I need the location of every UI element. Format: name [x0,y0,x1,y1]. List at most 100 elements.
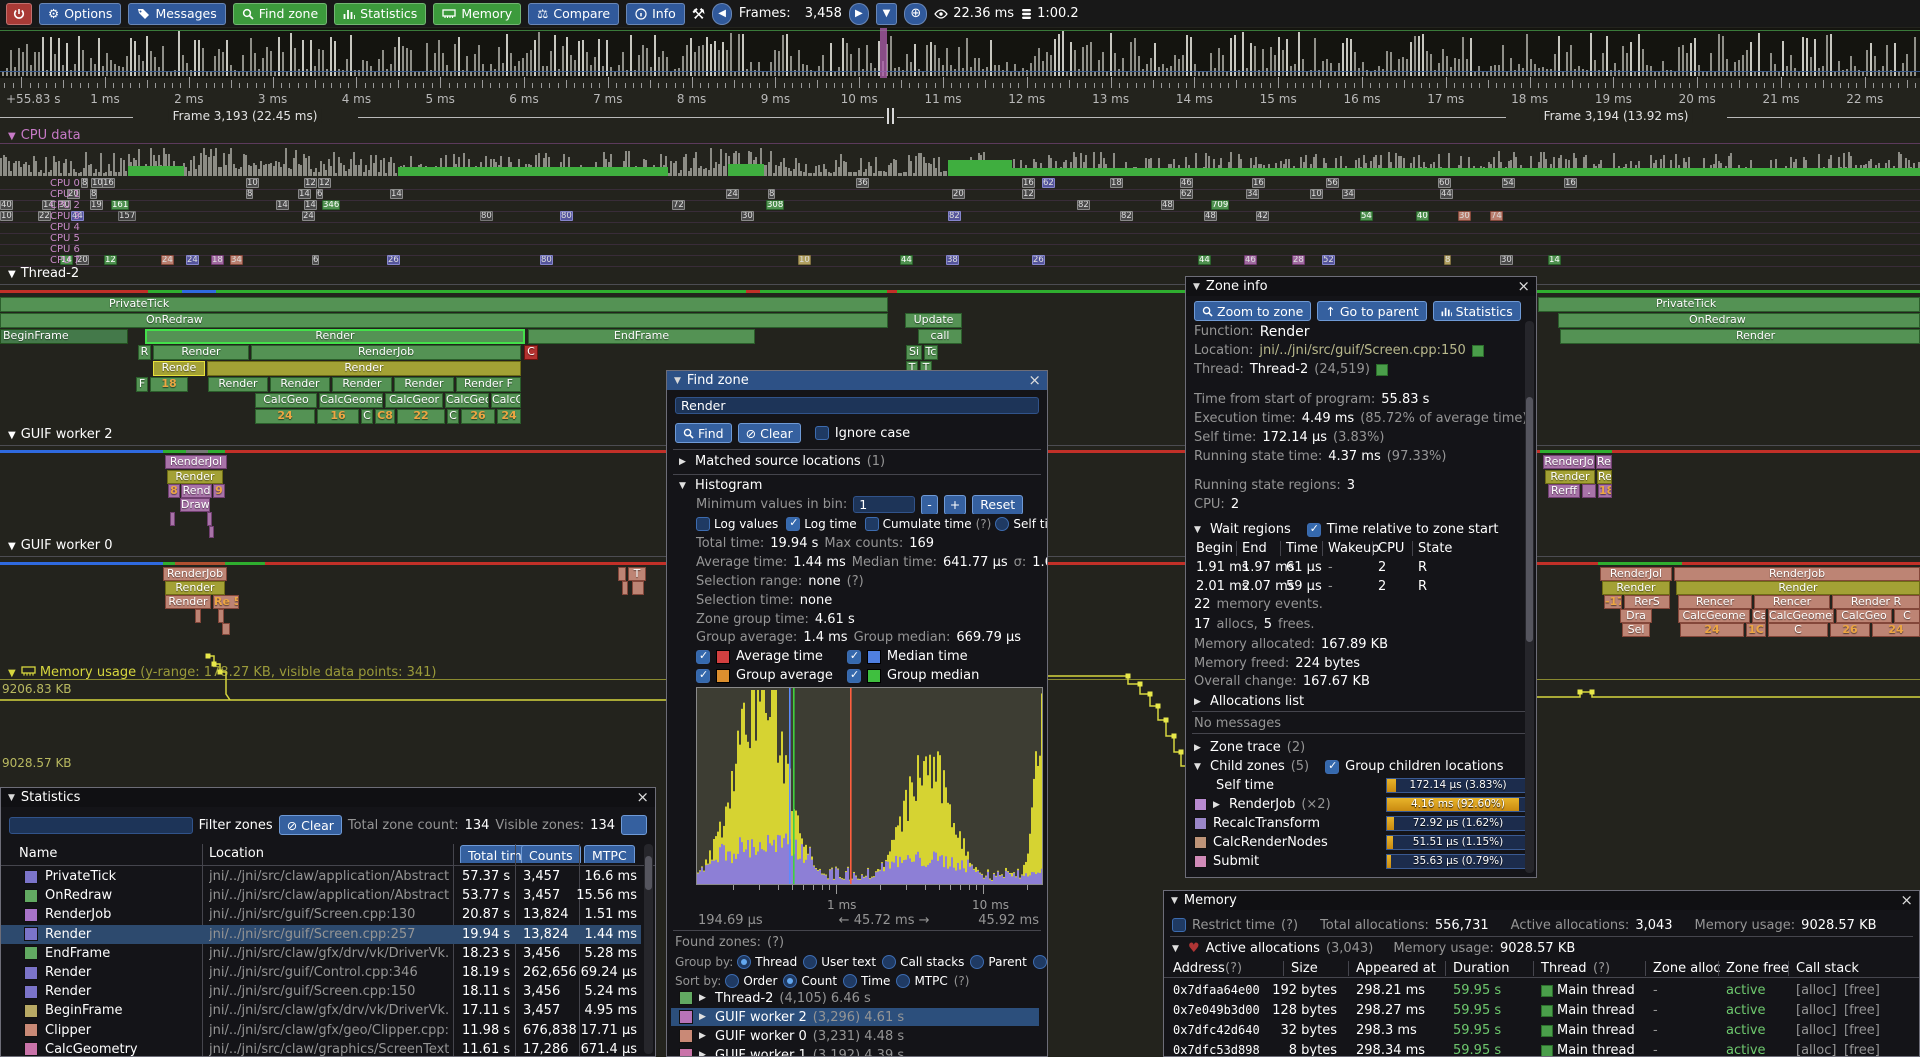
timeline-zone[interactable]: Render [1602,581,1670,595]
cpu-zone-chip[interactable]: 22 [38,211,51,221]
found-zone-thread-row[interactable]: ▶GUIF worker 2(3,296) 4.61 s [671,1008,1039,1026]
histogram-plot[interactable] [696,687,1043,885]
timeline-zone[interactable] [209,526,214,538]
col-zone-free[interactable]: Zone free [1726,961,1789,976]
table-row[interactable]: Renderjni/../jni/src/guif/Screen.cpp:257… [1,925,641,944]
cpu-zone-chip[interactable]: 26 [387,255,400,265]
cpu-zone-chip[interactable]: 16 [1564,178,1577,188]
cpu-zone-chip[interactable]: 10 [798,255,811,265]
checkbox[interactable] [1325,760,1339,774]
self-time-checkbox[interactable] [995,517,1009,531]
table-row[interactable]: Renderjni/../jni/src/guif/Screen.cpp:150… [1,982,641,1001]
timeline-zone[interactable]: Sel [1622,623,1650,637]
timeline-zone[interactable] [622,581,628,595]
cpu-zone-chip[interactable]: 10 [246,178,259,188]
cpu-zone-chip[interactable]: 8 [768,189,775,199]
timeline-zone[interactable]: 26 [1830,623,1870,637]
zone-info-scrollbar[interactable] [1525,321,1534,873]
cpu-zone-chip[interactable]: 74 [1490,211,1503,221]
cpu-zone-chip[interactable]: 54 [1502,178,1515,188]
overview-frame-marker[interactable] [880,28,887,78]
cpu-zone-chip[interactable]: 72 [672,200,685,210]
timeline-zone[interactable]: OnRedraw [1558,313,1920,328]
messages-button[interactable]: Messages [128,3,225,25]
cpu-zone-chip[interactable]: 62 [1042,178,1055,188]
find-zone-button[interactable]: Find zone [233,3,327,25]
cpu-zone-chip[interactable]: 308 [766,200,784,210]
timeline-zone[interactable]: PrivateTick [0,297,888,312]
cpu-zone-chip[interactable]: 12 [318,178,331,188]
wait-region-row[interactable]: 2.01 ms2.07 ms59 µs-2R [1186,577,1536,596]
timeline-zone[interactable]: Render [1560,329,1920,344]
active-allocations-section[interactable]: Active allocations [1206,941,1320,956]
group-by-call-stacks[interactable] [882,955,896,969]
timeline-zone[interactable]: RenderJob [163,567,227,581]
timeline-zone[interactable]: CalcGeo [1836,609,1892,623]
timeline-zone[interactable]: Rencer [1678,595,1752,609]
prev-frame-button[interactable]: ◀ [712,3,732,25]
cpu-zone-chip[interactable]: 38 [946,255,959,265]
group-by-parent[interactable] [970,955,984,969]
cpu-zone-chip[interactable]: 60 [1438,178,1451,188]
memory-window-titlebar[interactable]: ▼Memory× [1164,891,1919,910]
focus-frame-button[interactable]: ⊕ [904,3,927,25]
cpu-zone-chip[interactable]: 34 [1246,189,1259,199]
cpu-zone-chip[interactable]: 40 [1416,211,1429,221]
cpu-zone-chip[interactable]: 42 [1256,211,1269,221]
cpu-zone-chip[interactable]: 62 [1180,189,1193,199]
cpu-zone-chip[interactable]: 8 [1444,255,1451,265]
timeline-zone[interactable]: Rend [181,484,212,498]
cpu-zone-chip[interactable]: 346 [322,200,340,210]
chevron-down-icon[interactable]: ▼ [679,481,689,491]
cpu-zone-chip[interactable]: 14 [390,189,403,199]
table-row[interactable]: Renderjni/../jni/src/guif/Control.cpp:34… [1,963,641,982]
timeline-zone[interactable]: Rencer [1754,595,1830,609]
cpu-zone-chip[interactable]: 80 [540,255,553,265]
timeline-zone[interactable]: RenderJob [251,345,521,360]
timeline-zone[interactable]: 18 [1598,484,1612,498]
cpu-zone-chip[interactable]: 14 [276,200,289,210]
col-name[interactable]: Name [19,846,57,861]
timeline-zone[interactable]: -17 [1604,595,1622,609]
cpu-zone-chip[interactable]: 16 [102,178,115,188]
col-appeared-at[interactable]: Appeared at [1356,961,1436,976]
timeline-zone[interactable]: Update [905,313,962,328]
reset-button[interactable]: Reset [972,495,1023,514]
timeline-zone[interactable]: Ren [1597,470,1612,484]
cpu-zone-chip[interactable]: 82 [1120,211,1133,221]
cpu-zone-chip[interactable]: 10 [0,211,13,221]
cpu-zone-chip[interactable]: 14 [304,200,317,210]
timeline-zone[interactable]: OnRedraw [0,313,888,328]
table-row[interactable]: RenderJobjni/../jni/src/guif/Screen.cpp:… [1,905,641,924]
timeline-zone[interactable]: Render [207,361,521,376]
timeline-zone[interactable]: C [1894,609,1920,623]
cpu-zone-chip[interactable]: 161 [111,200,129,210]
close-icon[interactable]: × [1517,277,1530,296]
timeline-zone[interactable]: CalcGed [491,393,521,408]
histogram-section[interactable]: Histogram [695,478,762,493]
find-zone-query-input[interactable] [675,397,1039,414]
cpu-zone-chip[interactable]: 46 [1180,178,1193,188]
cpu-data-header[interactable]: ▼CPU data [8,128,81,143]
draw-average-checkbox[interactable] [696,650,710,664]
timeline-zone[interactable]: RenderJol [1600,567,1672,581]
timeline-zone[interactable]: 24 [1872,623,1920,637]
timeline-zone[interactable]: Draw [180,498,210,512]
timeline-zone[interactable]: R [138,345,151,360]
timeline-zone[interactable]: Render [165,595,211,609]
timeline-zone[interactable]: CalcGeor [385,393,443,408]
timeline-zone[interactable]: RenderJol [165,455,227,469]
timeline-zone[interactable]: Render F [456,377,521,392]
cpu-zone-chip[interactable]: 18 [1110,178,1123,188]
timeline-zone[interactable]: Render [270,377,330,392]
cpu-zone-chip[interactable]: 80 [480,211,493,221]
cpu-zone-chip[interactable]: 12 [104,255,117,265]
next-frame-button[interactable]: ▶ [849,3,869,25]
go-to-parent-button[interactable]: ↑Go to parent [1317,301,1426,321]
cpu-zone-chip[interactable]: 46 [1244,255,1257,265]
cpu-zone-chip[interactable]: 8 [81,178,88,188]
timeline-zone[interactable]: Render [1545,470,1595,484]
col-thread[interactable]: Thread [1541,961,1586,976]
col-mtpc[interactable]: MTPC [584,845,635,863]
table-row[interactable]: PrivateTickjni/../jni/src/claw/applicati… [1,867,641,886]
